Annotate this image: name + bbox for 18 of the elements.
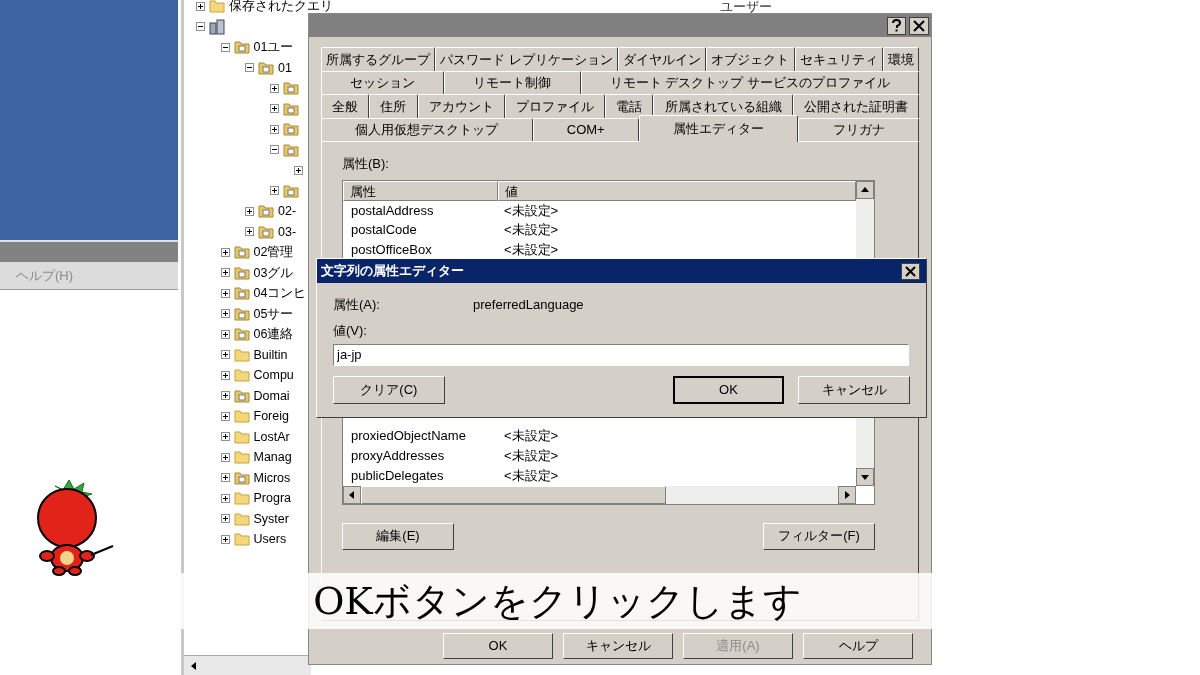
table-cell-text: <未設定> [503,201,559,220]
subtitle: OKボタンをクリックします [313,577,802,625]
table-cell-text: <未設定> [503,447,559,466]
field-label: 属性(B): [342,155,390,173]
table-cell-text: <未設定> [503,241,559,260]
table-cell-text: postalCode [350,221,418,240]
dialog-title: 文字列の属性エディター [321,262,464,281]
table-cell-text: postOfficeBox [350,241,433,260]
table-cell-text: <未設定> [503,221,559,240]
table-cell-text: proxyAddresses [350,447,446,466]
table-cell-text: proxiedObjectName [350,427,467,446]
attribute-name: preferredLanguage [473,296,584,315]
table-cell-text: <未設定> [503,427,559,446]
table-cell-text: postalAddress [350,201,435,220]
table-cell-text: <未設定> [503,466,559,485]
field-label: 値(V): [333,322,368,340]
field-label: 属性(A): [333,296,381,315]
table-cell-text: publicDelegates [350,466,445,485]
